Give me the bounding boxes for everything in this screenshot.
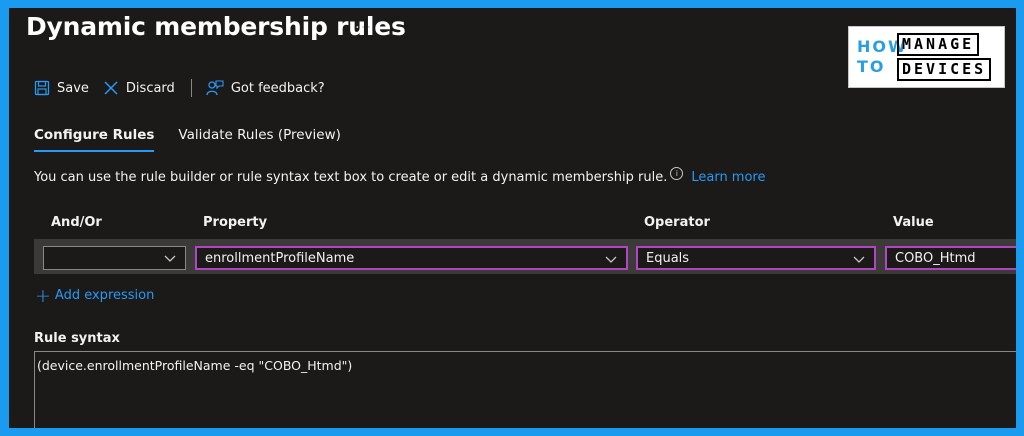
- property-value: enrollmentProfileName: [205, 250, 355, 266]
- chevron-down-icon: [605, 256, 617, 263]
- operator-value: Equals: [646, 250, 690, 266]
- rule-syntax-textbox[interactable]: (device.enrollmentProfileName -eq "COBO_…: [34, 351, 1016, 428]
- save-label: Save: [57, 80, 89, 96]
- column-header-operator: Operator: [644, 215, 710, 230]
- command-bar: Save Discard Got feedback?: [34, 76, 339, 100]
- learn-more-link[interactable]: Learn more: [691, 170, 765, 185]
- discard-button[interactable]: Discard: [103, 80, 175, 96]
- save-icon: [34, 80, 50, 96]
- discard-label: Discard: [125, 80, 175, 96]
- add-expression-label: Add expression: [54, 288, 155, 303]
- add-expression-button[interactable]: + Add expression: [35, 284, 155, 307]
- property-dropdown[interactable]: enrollmentProfileName: [195, 246, 628, 270]
- chevron-down-icon: [164, 255, 176, 262]
- info-icon[interactable]: i: [670, 167, 684, 180]
- plus-icon: +: [35, 284, 51, 307]
- description: You can use the rule builder or rule syn…: [34, 167, 765, 185]
- column-header-value: Value: [893, 215, 934, 230]
- feedback-button[interactable]: Got feedback?: [206, 80, 325, 96]
- value-input[interactable]: COBO_Htmd: [885, 246, 1016, 270]
- page-title: Dynamic membership rules: [26, 12, 406, 41]
- value-text: COBO_Htmd: [895, 250, 976, 266]
- chevron-down-icon: [853, 256, 865, 263]
- toolbar-divider: [190, 79, 192, 97]
- more-options-button[interactable]: ...: [355, 14, 372, 32]
- description-text: You can use the rule builder or rule syn…: [34, 170, 668, 185]
- save-button[interactable]: Save: [34, 80, 89, 96]
- rule-syntax-label: Rule syntax: [34, 331, 120, 346]
- feedback-icon: [206, 80, 224, 96]
- feedback-label: Got feedback?: [230, 80, 325, 96]
- tab-validate-rules[interactable]: Validate Rules (Preview): [178, 127, 341, 152]
- tab-configure-rules[interactable]: Configure Rules: [34, 127, 155, 152]
- column-header-property: Property: [203, 215, 268, 230]
- logo-devices-text: DEVICES: [897, 58, 992, 81]
- and-or-dropdown[interactable]: [43, 246, 186, 270]
- logo-manage-text: MANAGE: [897, 33, 980, 56]
- close-icon: [104, 81, 118, 95]
- how-to-manage-devices-logo: HOW TO MANAGE DEVICES: [848, 26, 1005, 88]
- column-header-and-or: And/Or: [51, 215, 102, 230]
- operator-dropdown[interactable]: Equals: [636, 246, 876, 270]
- tab-strip: Configure Rules Validate Rules (Preview): [34, 127, 365, 152]
- logo-to-text: TO: [857, 57, 886, 76]
- azure-portal-blade: Dynamic membership rules ... HOW TO MANA…: [9, 8, 1016, 428]
